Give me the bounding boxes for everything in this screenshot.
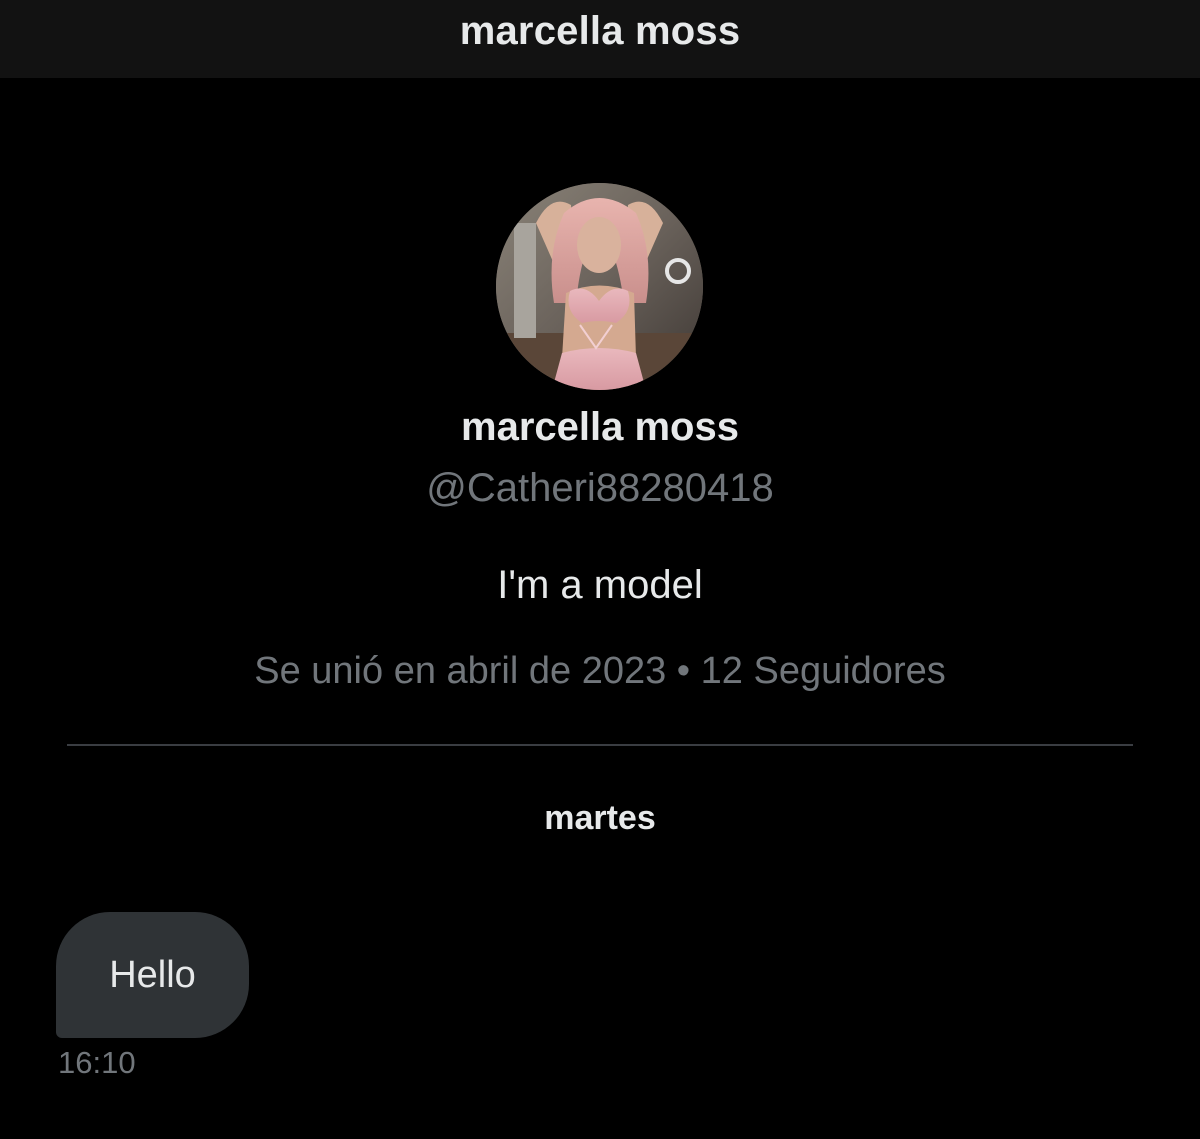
profile-meta: Se unió en abril de 2023 • 12 Seguidores xyxy=(254,650,946,692)
section-divider xyxy=(67,744,1133,746)
avatar[interactable] xyxy=(496,183,703,390)
message-text: Hello xyxy=(109,953,196,996)
header-title[interactable]: marcella moss xyxy=(460,9,741,54)
profile-bio: I'm a model xyxy=(497,563,703,607)
avatar-image xyxy=(496,183,703,390)
profile-display-name[interactable]: marcella moss xyxy=(0,405,1200,450)
profile-handle[interactable]: @Catheri88280418 xyxy=(0,466,1200,511)
message-bubble-incoming[interactable]: Hello xyxy=(56,912,249,1038)
conversation-header[interactable]: marcella moss xyxy=(0,0,1200,78)
dm-conversation-screen: marcella moss marcella moss @Catheri8828… xyxy=(0,0,1200,1139)
message-timestamp: 16:10 xyxy=(58,1045,136,1080)
date-separator: martes xyxy=(544,799,656,837)
